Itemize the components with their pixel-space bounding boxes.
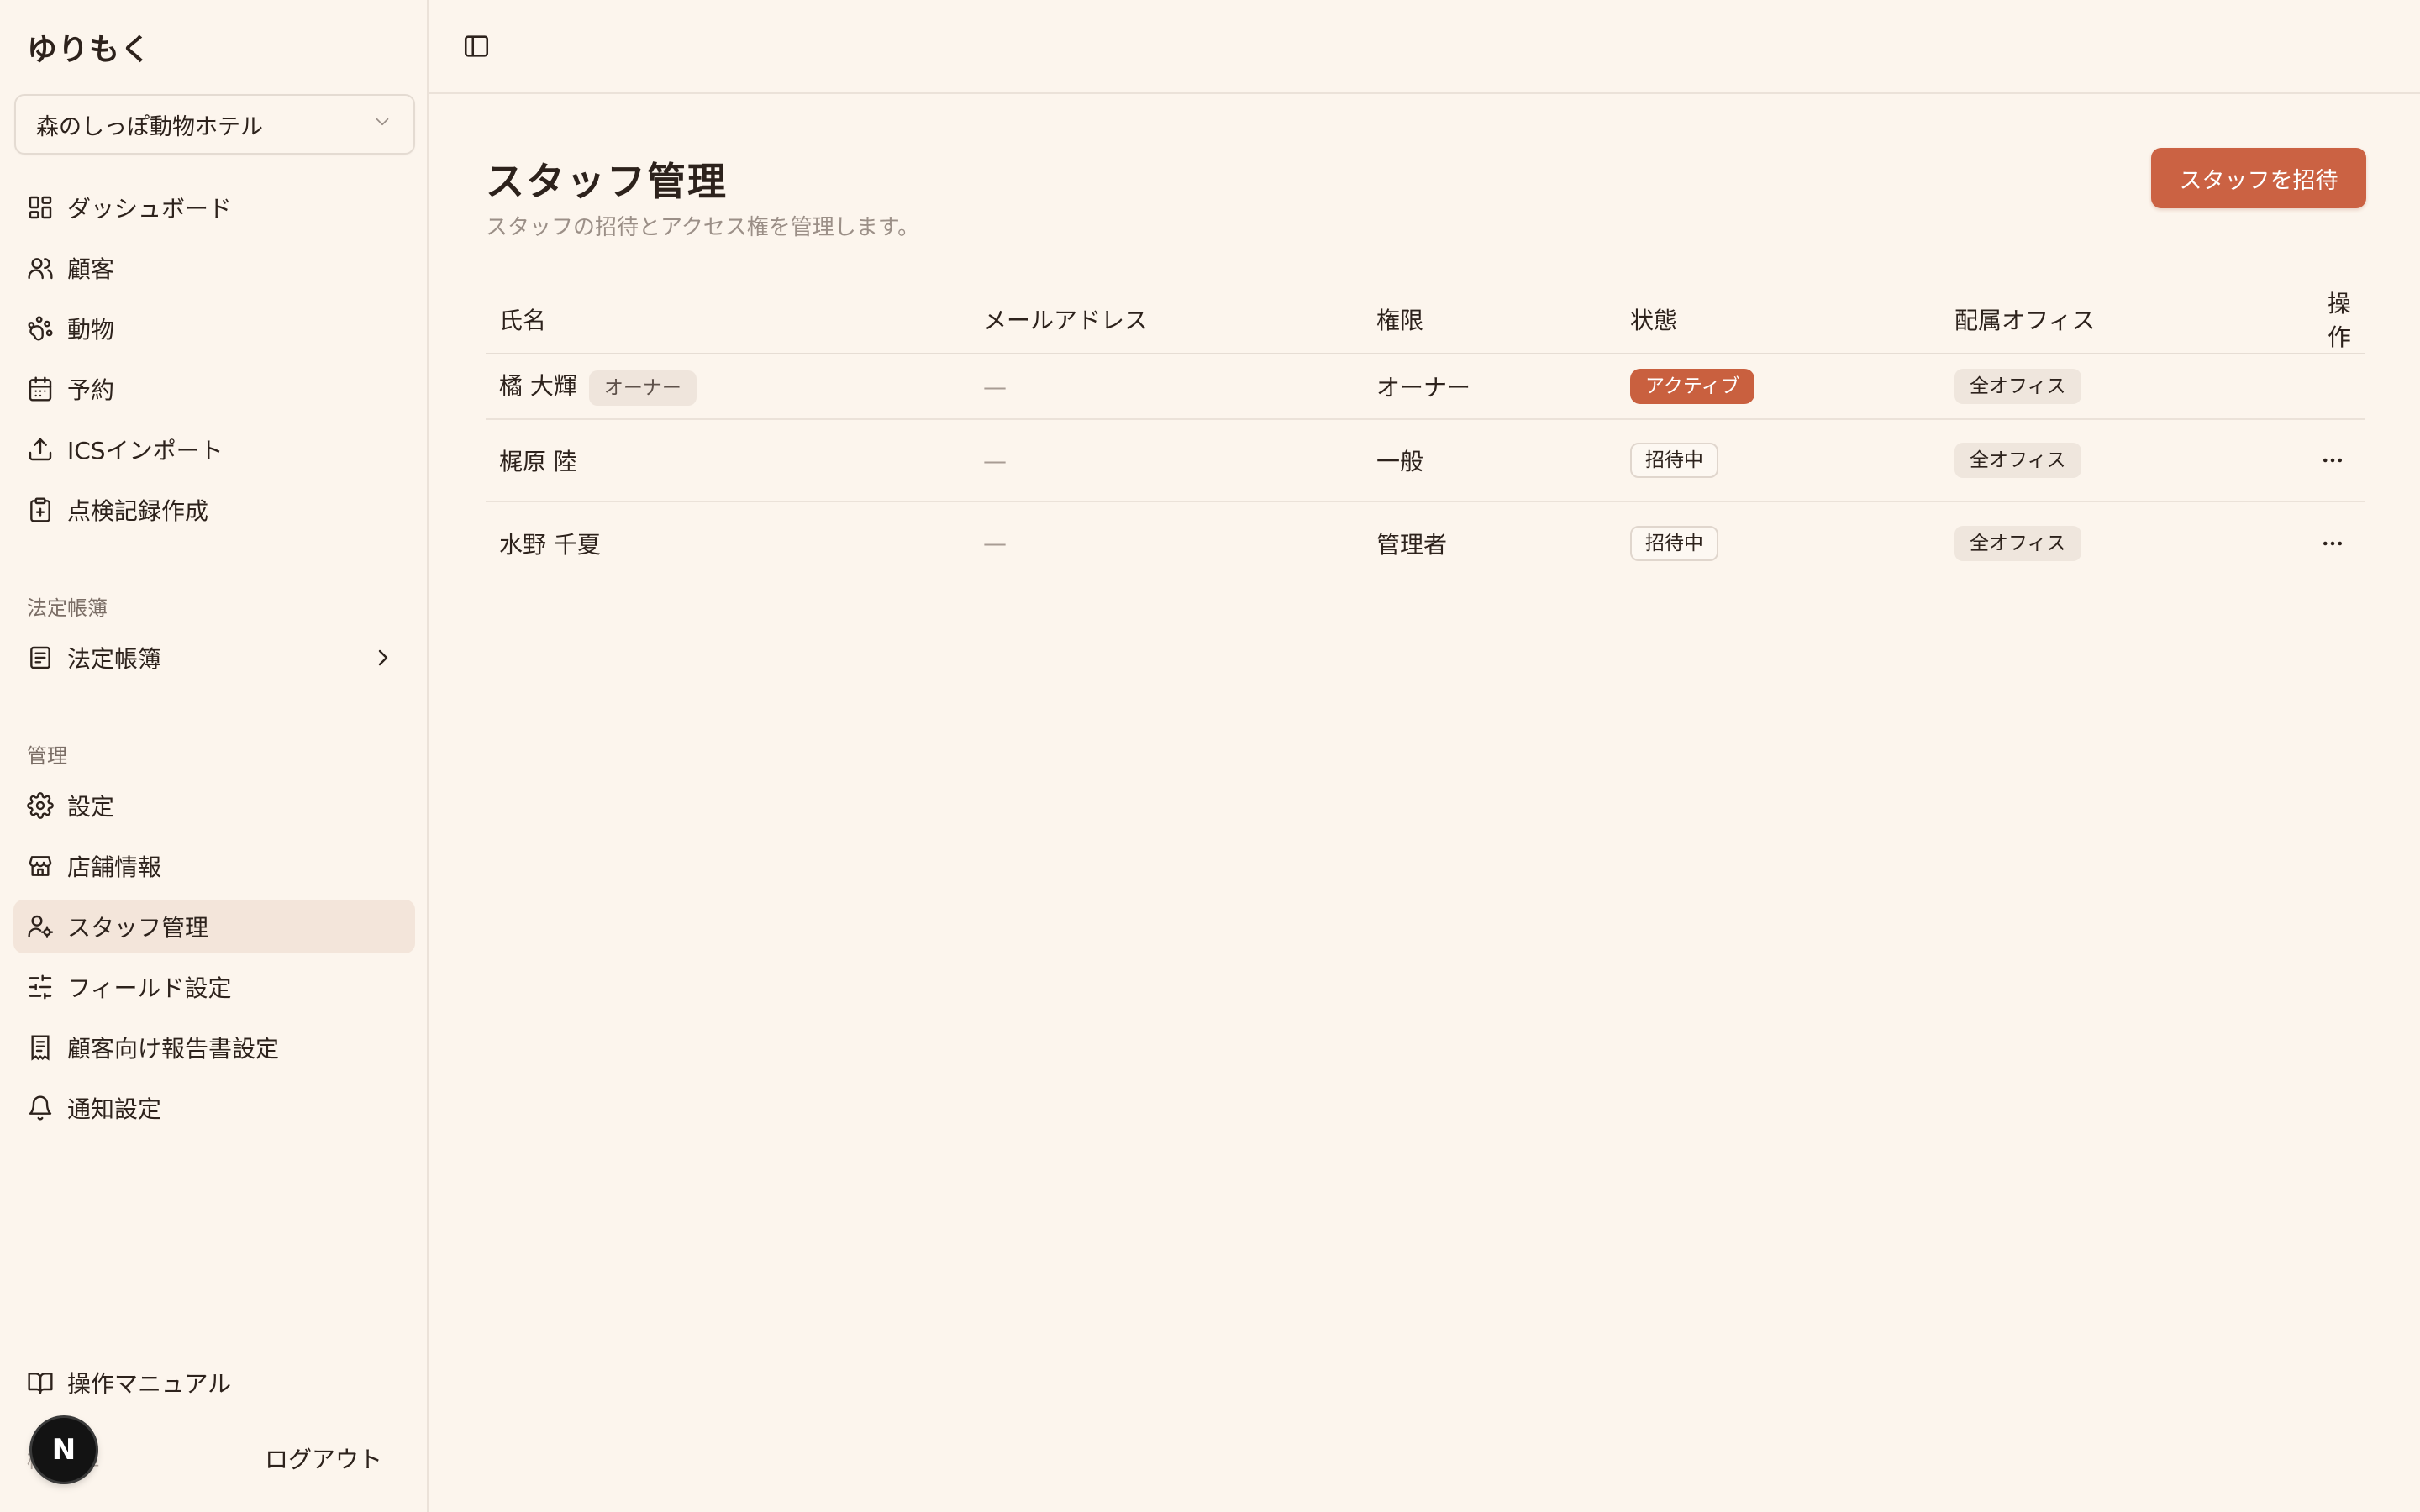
sidebar-item-label: 点検記録作成	[67, 497, 209, 525]
topbar	[429, 0, 2420, 94]
office-badge: 全オフィス	[1954, 443, 2081, 478]
staff-actions-cell	[2294, 501, 2365, 584]
sidebar-item-ics-import[interactable]: ICSインポート	[13, 423, 415, 476]
column-header-office: 配属オフィス	[1941, 286, 2294, 354]
sidebar-item-report-settings[interactable]: 顧客向け報告書設定	[13, 1021, 415, 1074]
book-open-icon	[27, 1369, 54, 1396]
more-actions-icon[interactable]	[2314, 442, 2351, 479]
column-header-email: メールアドレス	[970, 286, 1363, 354]
column-header-status: 状態	[1617, 286, 1941, 354]
sidebar-item-label: スタッフ管理	[67, 914, 209, 942]
chevron-right-icon	[370, 644, 397, 671]
sidebar-item-label: 予約	[67, 376, 115, 404]
sidebar-item-field-settings[interactable]: フィールド設定	[13, 960, 415, 1014]
book-icon	[27, 644, 54, 671]
calendar-icon	[27, 375, 54, 402]
sidebar-item-customers[interactable]: 顧客	[13, 241, 415, 295]
column-header-name: 氏名	[486, 286, 970, 354]
brand-logo: ゆりもく	[27, 33, 152, 67]
status-badge: 招待中	[1630, 525, 1718, 561]
staff-actions-cell	[2294, 354, 2365, 420]
section-label-ledger: 法定帳簿	[27, 596, 108, 620]
sidebar-item-manual[interactable]: 操作マニュアル	[13, 1356, 415, 1410]
sidebar-item-animals[interactable]: 動物	[13, 302, 415, 355]
sidebar-item-inspection-record[interactable]: 点検記録作成	[13, 483, 415, 537]
staff-name-cell: 橘 大輝 オーナー	[486, 354, 970, 420]
staff-name: 橘 大輝	[499, 371, 577, 400]
user-cog-icon	[27, 913, 54, 940]
section-label-admin: 管理	[27, 744, 67, 768]
table-header-row: 氏名 メールアドレス 権限 状態 配属オフィス 操作	[486, 286, 2365, 354]
staff-email: —	[970, 354, 1363, 420]
avatar[interactable]: N	[32, 1418, 96, 1482]
clipboard-plus-icon	[27, 496, 54, 523]
sidebar-item-label: 顧客向け報告書設定	[67, 1035, 280, 1063]
staff-office-cell: 全オフィス	[1941, 419, 2294, 502]
staff-role: 一般	[1363, 419, 1617, 502]
sidebar-item-label: 店舗情報	[67, 853, 162, 881]
sidebar-item-label: フィールド設定	[67, 974, 232, 1002]
store-selector[interactable]: 森のしっぽ動物ホテル	[14, 94, 415, 155]
sidebar-item-label: ダッシュボード	[67, 195, 233, 223]
staff-actions-cell	[2294, 419, 2365, 502]
sidebar-item-label: 動物	[67, 316, 115, 344]
staff-office-cell: 全オフィス	[1941, 501, 2294, 584]
office-badge: 全オフィス	[1954, 369, 2081, 404]
staff-status-cell: 招待中	[1617, 501, 1941, 584]
sidebar-item-settings[interactable]: 設定	[13, 779, 415, 832]
sidebar-item-legal-ledger[interactable]: 法定帳簿	[13, 631, 415, 685]
table-row: 梶原 陸 — 一般 招待中 全オフィス	[486, 419, 2365, 502]
status-badge: アクティブ	[1630, 369, 1755, 404]
sidebar-item-label: 設定	[67, 793, 115, 821]
users-icon	[27, 255, 54, 281]
table-row: 橘 大輝 オーナー — オーナー アクティブ 全オフィス	[486, 354, 2365, 420]
sidebar-item-staff-management[interactable]: スタッフ管理	[13, 900, 415, 953]
status-badge: 招待中	[1630, 443, 1718, 478]
staff-email: —	[983, 529, 1007, 557]
sidebar: ゆりもく 森のしっぽ動物ホテル ダッシュボード 顧客 動物 予約 ICSインポー…	[0, 0, 429, 1512]
page-title: スタッフ管理	[486, 159, 728, 204]
main-content: スタッフ管理 スタッフの招待とアクセス権を管理します。 スタッフを招待 氏名 メ…	[429, 0, 2420, 1512]
sidebar-item-dashboard[interactable]: ダッシュボード	[13, 181, 415, 234]
staff-name: 水野 千夏	[499, 530, 601, 559]
staff-role: オーナー	[1363, 354, 1617, 420]
sliders-icon	[27, 974, 54, 1000]
staff-office-cell: 全オフィス	[1941, 354, 2294, 420]
logout-button[interactable]: ログアウト	[265, 1441, 382, 1475]
paw-icon	[27, 315, 54, 342]
staff-name: 梶原 陸	[486, 419, 970, 502]
column-header-actions: 操作	[2294, 286, 2365, 354]
sidebar-item-notification-settings[interactable]: 通知設定	[13, 1081, 415, 1135]
bell-icon	[27, 1095, 54, 1121]
more-actions-icon[interactable]	[2314, 525, 2351, 562]
sidebar-item-store-info[interactable]: 店舗情報	[13, 839, 415, 893]
owner-badge: オーナー	[588, 370, 697, 406]
column-header-role: 権限	[1363, 286, 1617, 354]
staff-table: 氏名 メールアドレス 権限 状態 配属オフィス 操作 橘 大輝 オーナー — オー…	[486, 286, 2365, 584]
chevron-down-icon	[371, 111, 393, 139]
office-badge: 全オフィス	[1954, 525, 2081, 561]
sidebar-item-reservations[interactable]: 予約	[13, 362, 415, 416]
upload-icon	[27, 436, 54, 463]
store-selector-value: 森のしっぽ動物ホテル	[36, 113, 263, 140]
invite-staff-button[interactable]: スタッフを招待	[2151, 148, 2366, 208]
dashboard-icon	[27, 194, 54, 221]
store-icon	[27, 853, 54, 879]
page-subtitle: スタッフの招待とアクセス権を管理します。	[486, 215, 920, 240]
staff-status-cell: 招待中	[1617, 419, 1941, 502]
sidebar-toggle-icon[interactable]	[462, 32, 491, 60]
gear-icon	[27, 792, 54, 819]
staff-role: 管理者	[1376, 530, 1448, 559]
sidebar-item-label: 顧客	[67, 255, 115, 283]
staff-status-cell: アクティブ	[1617, 354, 1941, 420]
sidebar-item-label: ICSインポート	[67, 437, 224, 465]
sidebar-item-label: 操作マニュアル	[67, 1370, 232, 1398]
staff-email: —	[970, 419, 1363, 502]
sidebar-item-label: 通知設定	[67, 1095, 162, 1123]
sidebar-item-label: 法定帳簿	[67, 645, 162, 673]
receipt-icon	[27, 1034, 54, 1061]
table-row: 水野 千夏 — 管理者 招待中 全オフィス	[486, 501, 2365, 584]
